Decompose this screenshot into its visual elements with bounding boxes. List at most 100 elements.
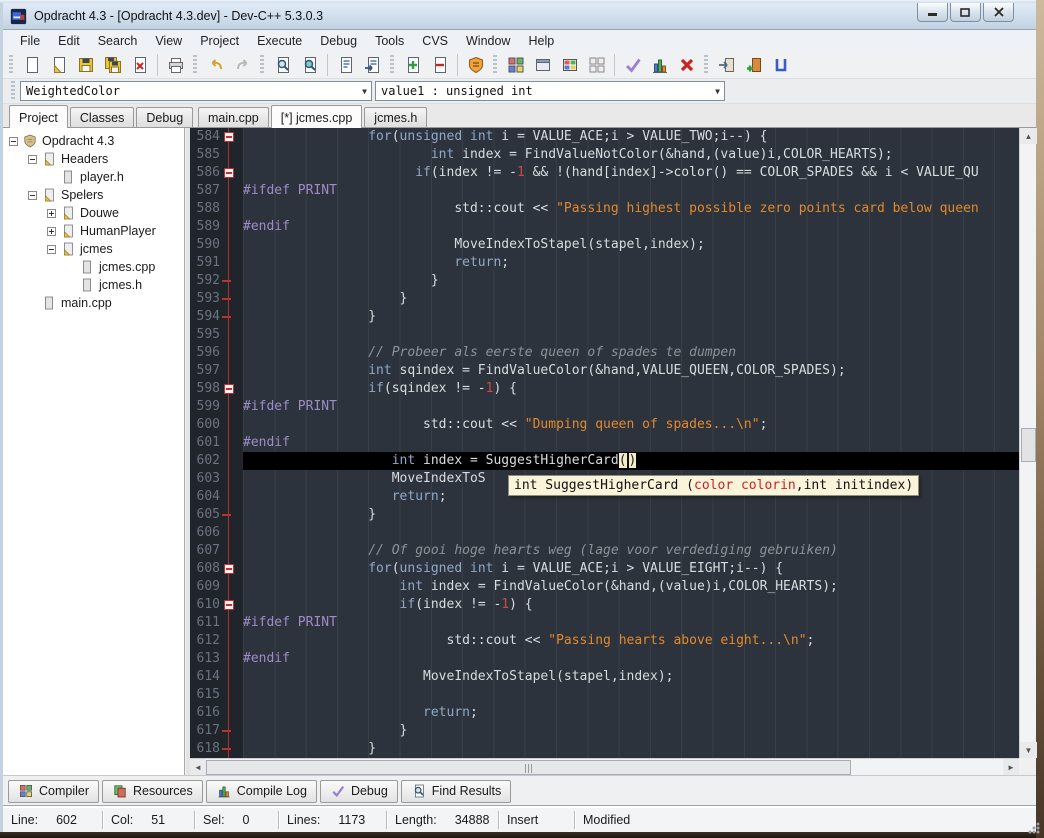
tree-item-spelers[interactable]: Spelers (3, 186, 184, 204)
menu-help[interactable]: Help (519, 32, 563, 50)
tree-item-opdracht-4-3[interactable]: Opdracht 4.3 (3, 132, 184, 150)
tree-item-jcmes-h[interactable]: jcmes.h (3, 276, 184, 294)
save-all-button[interactable] (99, 52, 126, 77)
replace-button[interactable] (296, 52, 323, 77)
close-file-button[interactable] (126, 52, 153, 77)
editor-tab-jcmes-cpp[interactable]: [*] jcmes.cpp (271, 105, 363, 128)
profile-chart-button[interactable] (646, 52, 673, 77)
code-line-595[interactable]: 595 (190, 326, 1019, 344)
fold-collapse-icon[interactable] (224, 564, 234, 574)
tree-item-headers[interactable]: Headers (3, 150, 184, 168)
close-button[interactable] (983, 3, 1014, 22)
code-line-601[interactable]: 601#endif (190, 434, 1019, 452)
bookmark-button[interactable] (767, 52, 794, 77)
menu-window[interactable]: Window (457, 32, 519, 50)
code-line-584[interactable]: 584 for(unsigned int i = VALUE_ACE;i > V… (190, 128, 1019, 146)
compile-run-button[interactable] (556, 52, 583, 77)
door-add-button[interactable] (740, 52, 767, 77)
tree-item-jcmes-cpp[interactable]: jcmes.cpp (3, 258, 184, 276)
rebuild-button[interactable] (583, 52, 610, 77)
bottom-tab-debug[interactable]: Debug (320, 780, 398, 803)
open-file-button[interactable] (45, 52, 72, 77)
tree-item-player-h[interactable]: player.h (3, 168, 184, 186)
vertical-scrollbar[interactable]: ▲ ▼ (1019, 128, 1036, 758)
code-line-602[interactable]: 602 int index = SuggestHigherCard() (190, 452, 1019, 470)
titlebar[interactable]: Opdracht 4.3 - [Opdracht 4.3.dev] - Dev-… (3, 3, 1036, 30)
code-line-615[interactable]: 615 (190, 686, 1019, 704)
collapse-icon[interactable] (9, 137, 18, 146)
print-button[interactable] (162, 52, 189, 77)
toolbar-grip[interactable] (193, 55, 197, 75)
tree-item-main-cpp[interactable]: main.cpp (3, 294, 184, 312)
menu-debug[interactable]: Debug (311, 32, 366, 50)
code-line-592[interactable]: 592 } (190, 272, 1019, 290)
scroll-up-arrow[interactable]: ▲ (1020, 128, 1037, 144)
tab-debug[interactable]: Debug (136, 107, 193, 127)
collapse-icon[interactable] (47, 245, 56, 254)
menu-file[interactable]: File (11, 32, 49, 50)
collapse-icon[interactable] (28, 155, 37, 164)
bottom-tab-resources[interactable]: Resources (102, 780, 203, 803)
collapse-icon[interactable] (28, 191, 37, 200)
code-line-589[interactable]: 589#endif (190, 218, 1019, 236)
editor-tab-main-cpp[interactable]: main.cpp (198, 107, 269, 127)
scroll-right-arrow[interactable]: ► (1003, 759, 1019, 776)
code-line-596[interactable]: 596 // Probeer als eerste queen of spade… (190, 344, 1019, 362)
code-line-593[interactable]: 593 } (190, 290, 1019, 308)
profile-shield-button[interactable] (462, 52, 489, 77)
code-line-590[interactable]: 590 MoveIndexToStapel(stapel,index); (190, 236, 1019, 254)
code-line-609[interactable]: 609 int index = FindValueColor(&hand,(va… (190, 578, 1019, 596)
code-line-586[interactable]: 586 if(index != -1 && !(hand[index]->col… (190, 164, 1019, 182)
code-line-617[interactable]: 617 } (190, 722, 1019, 740)
abort-button[interactable] (673, 52, 700, 77)
menu-cvs[interactable]: CVS (413, 32, 457, 50)
code-line-612[interactable]: 612 std::cout << "Passing hearts above e… (190, 632, 1019, 650)
bottom-tab-compiler[interactable]: Compiler (8, 780, 99, 803)
code-line-607[interactable]: 607 // Of gooi hoge hearts weg (lage voo… (190, 542, 1019, 560)
member-selector-combobox[interactable]: value1 : unsigned int ▼ (375, 81, 725, 101)
new-file-button[interactable] (18, 52, 45, 77)
code-line-597[interactable]: 597 int sqindex = FindValueColor(&hand,V… (190, 362, 1019, 380)
toolbar-grip[interactable] (9, 55, 13, 75)
code-line-610[interactable]: 610 if(index != -1) { (190, 596, 1019, 614)
scroll-left-arrow[interactable]: ◄ (190, 759, 206, 776)
fold-collapse-icon[interactable] (224, 384, 234, 394)
minimize-button[interactable] (917, 3, 948, 22)
undo-button[interactable] (202, 52, 229, 77)
code-line-618[interactable]: 618 } (190, 740, 1019, 758)
menu-execute[interactable]: Execute (248, 32, 311, 50)
tab-project[interactable]: Project (9, 105, 68, 128)
tab-classes[interactable]: Classes (70, 107, 134, 127)
code-line-591[interactable]: 591 return; (190, 254, 1019, 272)
code-line-616[interactable]: 616 return; (190, 704, 1019, 722)
restore-button[interactable] (950, 3, 981, 22)
toolbar-grip[interactable] (390, 55, 394, 75)
code-line-587[interactable]: 587#ifdef PRINT (190, 182, 1019, 200)
code-line-599[interactable]: 599#ifdef PRINT (190, 398, 1019, 416)
add-watch-button[interactable] (399, 52, 426, 77)
code-line-608[interactable]: 608 for(unsigned int i = VALUE_ACE;i > V… (190, 560, 1019, 578)
code-line-600[interactable]: 600 std::cout << "Dumping queen of spade… (190, 416, 1019, 434)
class-selector-combobox[interactable]: WeightedColor ▼ (20, 81, 372, 101)
code-line-606[interactable]: 606 (190, 524, 1019, 542)
redo-button[interactable] (229, 52, 256, 77)
toolbar-grip[interactable] (704, 55, 708, 75)
resize-grip[interactable] (1028, 822, 1040, 834)
run-button[interactable] (529, 52, 556, 77)
toolbar-grip[interactable] (493, 55, 497, 75)
toolbar-grip[interactable] (11, 81, 15, 101)
bottom-tab-find-results[interactable]: Find Results (401, 780, 511, 803)
code-line-598[interactable]: 598 if(sqindex != -1) { (190, 380, 1019, 398)
scroll-down-arrow[interactable]: ▼ (1020, 742, 1037, 758)
editor-tab-jcmes-h[interactable]: jcmes.h (364, 107, 427, 127)
menu-view[interactable]: View (146, 32, 191, 50)
tree-item-humanplayer[interactable]: HumanPlayer (3, 222, 184, 240)
find-button[interactable] (269, 52, 296, 77)
code-area[interactable]: 584 for(unsigned int i = VALUE_ACE;i > V… (190, 128, 1019, 758)
code-line-594[interactable]: 594 } (190, 308, 1019, 326)
code-line-611[interactable]: 611#ifdef PRINT (190, 614, 1019, 632)
code-line-614[interactable]: 614 MoveIndexToStapel(stapel,index); (190, 668, 1019, 686)
fold-collapse-icon[interactable] (224, 600, 234, 610)
save-button[interactable] (72, 52, 99, 77)
expand-icon[interactable] (47, 227, 56, 236)
